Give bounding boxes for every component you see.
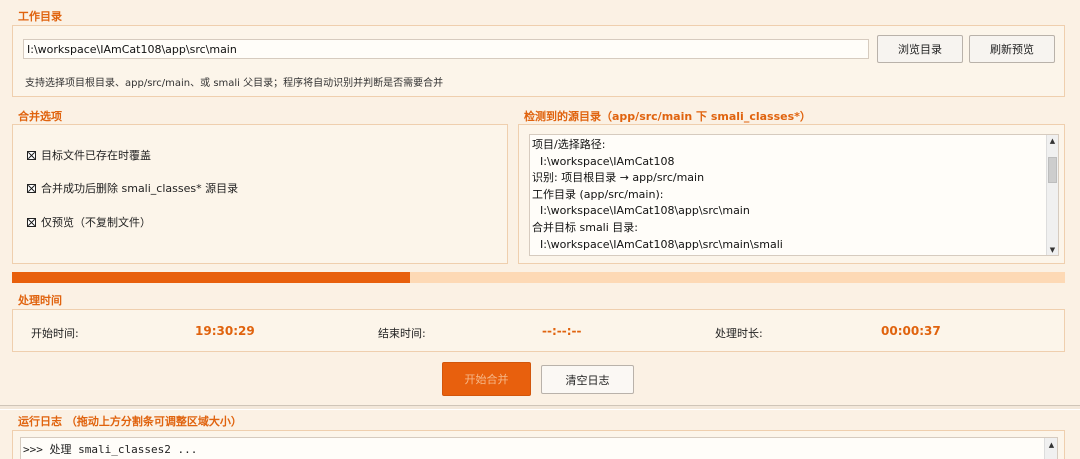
scroll-thumb[interactable] [1048,157,1057,183]
timing-title: 处理时间 [18,294,62,307]
workdir-path-input[interactable]: I:\workspace\IAmCat108\app\src\main [23,39,869,59]
detected-line: 工作目录 (app/src/main): [532,187,664,201]
start-merge-button[interactable]: 开始合并 [442,362,531,396]
detected-line: 识别: 项目根目录 → app/src/main [532,171,705,185]
checkbox-checked-icon [27,150,36,160]
detected-line: 合并目标 smali 目录: [532,220,638,234]
progress-fill [12,272,411,283]
checkbox-checked-icon [27,183,36,193]
refresh-preview-button[interactable]: 刷新预览 [969,35,1055,63]
option-delete-source-checkbox[interactable]: 合并成功后删除 smali_classes* 源目录 [27,180,238,196]
detected-line: 项目/选择路径: [532,138,606,151]
detected-title: 检测到的源目录（app/src/main 下 smali_classes*） [524,110,811,123]
clear-log-button[interactable]: 清空日志 [541,365,634,394]
progress-bar [12,272,1065,283]
detected-line: I:\workspace\IAmCat108\app\src\main\smal… [540,237,783,251]
log-textbox[interactable]: >>> 处理 smali_classes2 ... ▲ [20,437,1058,459]
detected-panel: 项目/选择路径: I:\workspace\IAmCat108 识别: 项目根目… [518,124,1065,264]
detected-line: I:\workspace\IAmCat108 [540,154,675,168]
detected-scrollbar[interactable]: ▲ ▼ [1046,135,1058,255]
end-time-label: 结束时间: [378,327,426,340]
detected-lines: 项目/选择路径: I:\workspace\IAmCat108 识别: 项目根目… [530,135,1058,253]
option-label: 合并成功后删除 smali_classes* 源目录 [41,182,239,195]
scroll-down-arrow-icon[interactable]: ▼ [1047,244,1058,255]
timing-panel: 开始时间: 19:30:29 结束时间: --:--:-- 处理时长: 00:0… [12,309,1065,352]
log-line: >>> 处理 smali_classes2 ... [23,443,198,456]
options-title: 合并选项 [18,110,62,123]
workdir-hint: 支持选择项目根目录、app/src/main、或 smali 父目录；程序将自动… [25,78,444,89]
log-title: 运行日志 （拖动上方分割条可调整区域大小） [18,415,242,428]
option-label: 目标文件已存在时覆盖 [41,149,151,162]
workdir-title: 工作目录 [18,10,62,23]
log-panel: >>> 处理 smali_classes2 ... ▲ [12,430,1065,459]
option-overwrite-checkbox[interactable]: 目标文件已存在时覆盖 [27,147,151,163]
scroll-up-arrow-icon[interactable]: ▲ [1047,135,1058,146]
browse-button[interactable]: 浏览目录 [877,35,963,63]
option-preview-only-checkbox[interactable]: 仅预览（不复制文件） [27,214,151,230]
checkbox-checked-icon [27,217,36,227]
log-scrollbar[interactable]: ▲ [1044,438,1057,459]
start-time-label: 开始时间: [31,327,79,340]
detected-line: I:\workspace\IAmCat108\app\src\main [540,204,750,218]
options-panel: 目标文件已存在时覆盖 合并成功后删除 smali_classes* 源目录 仅预… [12,124,508,264]
scroll-up-arrow-icon[interactable]: ▲ [1046,439,1057,450]
detected-textbox[interactable]: 项目/选择路径: I:\workspace\IAmCat108 识别: 项目根目… [529,134,1059,256]
duration-value: 00:00:37 [881,324,941,338]
option-label: 仅预览（不复制文件） [41,216,151,229]
workdir-panel: I:\workspace\IAmCat108\app\src\main 浏览目录… [12,25,1065,97]
start-time-value: 19:30:29 [195,324,255,338]
end-time-value: --:--:-- [542,324,582,338]
duration-label: 处理时长: [715,327,763,340]
splitter-handle[interactable] [0,405,1080,410]
